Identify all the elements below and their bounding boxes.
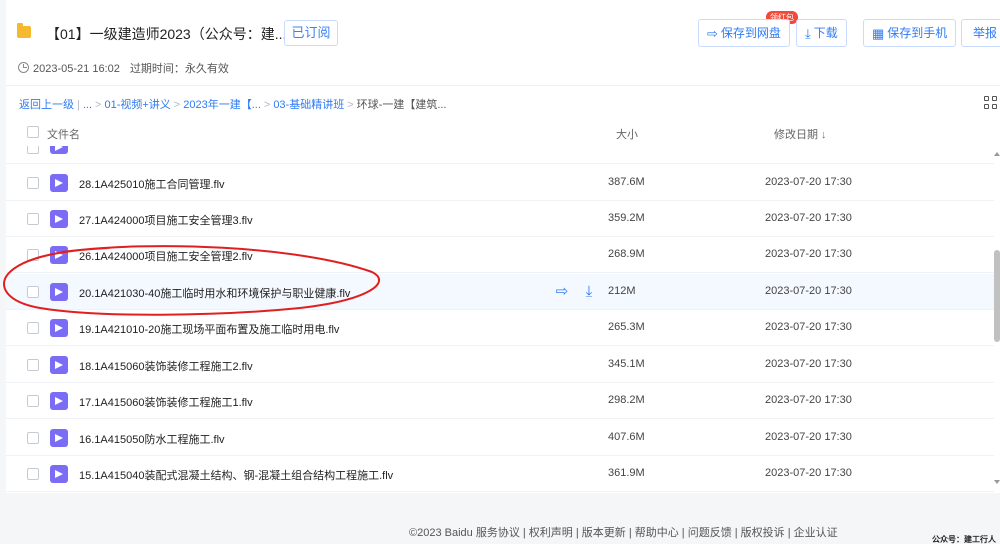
scroll-up-icon[interactable] [994, 152, 1000, 156]
row-save-icon[interactable]: ⇨ [553, 283, 571, 301]
file-name[interactable]: 20.1A421030-40施工临时用水和环境保护与职业健康.flv [79, 285, 350, 301]
file-size: 407.6M [608, 431, 645, 443]
table-row-hovered[interactable]: 20.1A421030-40施工临时用水和环境保护与职业健康.flv ⇨ ⤓ 2… [6, 274, 994, 310]
share-date: 2023-05-21 16:02 [33, 63, 120, 75]
row-checkbox[interactable] [27, 146, 39, 154]
file-date: 2023-07-20 17:30 [765, 248, 852, 260]
video-file-icon [50, 429, 68, 447]
table-row[interactable]: 27.1A424000项目施工安全管理3.flv 359.2M 2023-07-… [6, 201, 994, 237]
file-date: 2023-07-20 17:30 [765, 467, 852, 479]
scrollbar-thumb[interactable] [994, 250, 1000, 342]
file-list: 28.1A425010施工合同管理.flv 387.6M 2023-07-20 … [6, 146, 1000, 493]
row-download-icon[interactable]: ⤓ [580, 283, 598, 301]
share-meta: 2023-05-21 16:02 过期时间：永久有效 [18, 60, 229, 76]
breadcrumb-item[interactable]: 2023年一建【... [183, 99, 261, 111]
file-date: 2023-07-20 17:30 [765, 321, 852, 333]
row-checkbox[interactable] [27, 322, 39, 334]
video-file-icon [50, 392, 68, 410]
file-name[interactable]: 16.1A415050防水工程施工.flv [79, 431, 225, 447]
share-header: 【01】一级建造师2023（公众号：建... 已订阅 领红包 ⇨ 保存到网盘 ⤓ 下… [6, 0, 1000, 86]
download-button[interactable]: ⤓ 下载 [796, 19, 847, 47]
table-row[interactable]: 16.1A415050防水工程施工.flv 407.6M 2023-07-20 … [6, 420, 994, 456]
row-checkbox[interactable] [27, 432, 39, 444]
save-to-cloud-button[interactable]: ⇨ 保存到网盘 [698, 19, 790, 47]
expire-text: 过期时间：永久有效 [129, 63, 229, 75]
video-file-icon [50, 356, 68, 374]
file-name[interactable]: 28.1A425010施工合同管理.flv [79, 176, 225, 192]
file-size: 359.2M [608, 212, 645, 224]
file-name[interactable]: 19.1A421010-20施工现场平面布置及施工临时用电.flv [79, 321, 339, 337]
breadcrumb-current: 环球-一建【建筑... [356, 99, 447, 111]
row-checkbox[interactable] [27, 213, 39, 225]
save-to-phone-button[interactable]: ▦ 保存到手机 [863, 19, 957, 47]
file-size: 268.9M [608, 248, 645, 260]
clock-icon [18, 62, 29, 73]
row-checkbox[interactable] [27, 249, 39, 261]
report-button[interactable]: 举报 [961, 19, 1000, 47]
file-size: 361.9M [608, 467, 645, 479]
breadcrumb-item[interactable]: 03-基础精讲班 [273, 99, 344, 111]
file-size: 212M [608, 285, 636, 297]
row-checkbox[interactable] [27, 395, 39, 407]
table-row[interactable] [6, 146, 994, 164]
file-date: 2023-07-20 17:30 [765, 394, 852, 406]
column-size[interactable]: 大小 [616, 126, 638, 142]
sort-down-icon: ↓ [821, 129, 827, 141]
page-footer: ©2023 Baidu 服务协议 | 权利声明 | 版本更新 | 帮助中心 | … [409, 527, 838, 539]
file-size: 387.6M [608, 176, 645, 188]
grid-view-icon[interactable] [984, 96, 998, 110]
table-row[interactable]: 26.1A424000项目施工安全管理2.flv 268.9M 2023-07-… [6, 237, 994, 273]
file-size: 345.1M [608, 358, 645, 370]
video-file-icon [50, 210, 68, 228]
video-file-icon [50, 146, 68, 154]
file-size: 265.3M [608, 321, 645, 333]
qrcode-icon: ▦ [872, 26, 885, 41]
table-row[interactable]: 19.1A421010-20施工现场平面布置及施工临时用电.flv 265.3M… [6, 310, 994, 346]
file-date: 2023-07-20 17:30 [765, 285, 852, 297]
download-icon: ⤓ [805, 26, 811, 41]
file-date: 2023-07-20 17:30 [765, 358, 852, 370]
file-name[interactable]: 15.1A415040装配式混凝土结构、钢-混凝土组合结构工程施工.flv [79, 467, 393, 483]
column-name[interactable]: 文件名 [47, 126, 80, 142]
file-size: 298.2M [608, 394, 645, 406]
breadcrumb-item[interactable]: ... [83, 99, 92, 111]
folder-icon [17, 23, 31, 38]
file-name[interactable]: 17.1A415060装饰装修工程施工1.flv [79, 394, 253, 410]
video-file-icon [50, 283, 68, 301]
share-page-card: 【01】一级建造师2023（公众号：建... 已订阅 领红包 ⇨ 保存到网盘 ⤓ 下… [6, 0, 1000, 493]
table-row[interactable]: 18.1A415060装饰装修工程施工2.flv 345.1M 2023-07-… [6, 347, 994, 383]
row-checkbox[interactable] [27, 359, 39, 371]
breadcrumb: 返回上一级 |... >01-视频+讲义 >2023年一建【... >03-基础精讲班 >… [19, 99, 447, 111]
row-checkbox[interactable] [27, 177, 39, 189]
video-file-icon [50, 319, 68, 337]
file-name[interactable]: 18.1A415060装饰装修工程施工2.flv [79, 358, 253, 374]
select-all-checkbox[interactable] [27, 126, 39, 138]
watermark-text: 公众号：建工行人 [932, 535, 996, 544]
row-checkbox[interactable] [27, 286, 39, 298]
table-row[interactable]: 28.1A425010施工合同管理.flv 387.6M 2023-07-20 … [6, 165, 994, 201]
table-row[interactable]: 17.1A415060装饰装修工程施工1.flv 298.2M 2023-07-… [6, 383, 994, 419]
file-date: 2023-07-20 17:30 [765, 176, 852, 188]
scroll-down-icon[interactable] [994, 480, 1000, 484]
column-date[interactable]: 修改日期 ↓ [774, 126, 827, 142]
file-name[interactable]: 26.1A424000项目施工安全管理2.flv [79, 248, 253, 264]
subscribed-button[interactable]: 已订阅 [284, 20, 338, 46]
vertical-scrollbar[interactable] [994, 146, 1000, 493]
save-icon: ⇨ [707, 26, 718, 41]
file-name[interactable]: 27.1A424000项目施工安全管理3.flv [79, 212, 253, 228]
file-date: 2023-07-20 17:30 [765, 431, 852, 443]
breadcrumb-item[interactable]: 01-视频+讲义 [104, 99, 170, 111]
file-date: 2023-07-20 17:30 [765, 212, 852, 224]
row-checkbox[interactable] [27, 468, 39, 480]
video-file-icon [50, 465, 68, 483]
file-list-header: 文件名 大小 修改日期 ↓ [6, 120, 1000, 146]
share-title: 【01】一级建造师2023（公众号：建... [46, 26, 287, 42]
table-row[interactable]: 15.1A415040装配式混凝土结构、钢-混凝土组合结构工程施工.flv 36… [6, 456, 994, 492]
video-file-icon [50, 246, 68, 264]
breadcrumb-back[interactable]: 返回上一级 [19, 99, 74, 111]
video-file-icon [50, 174, 68, 192]
